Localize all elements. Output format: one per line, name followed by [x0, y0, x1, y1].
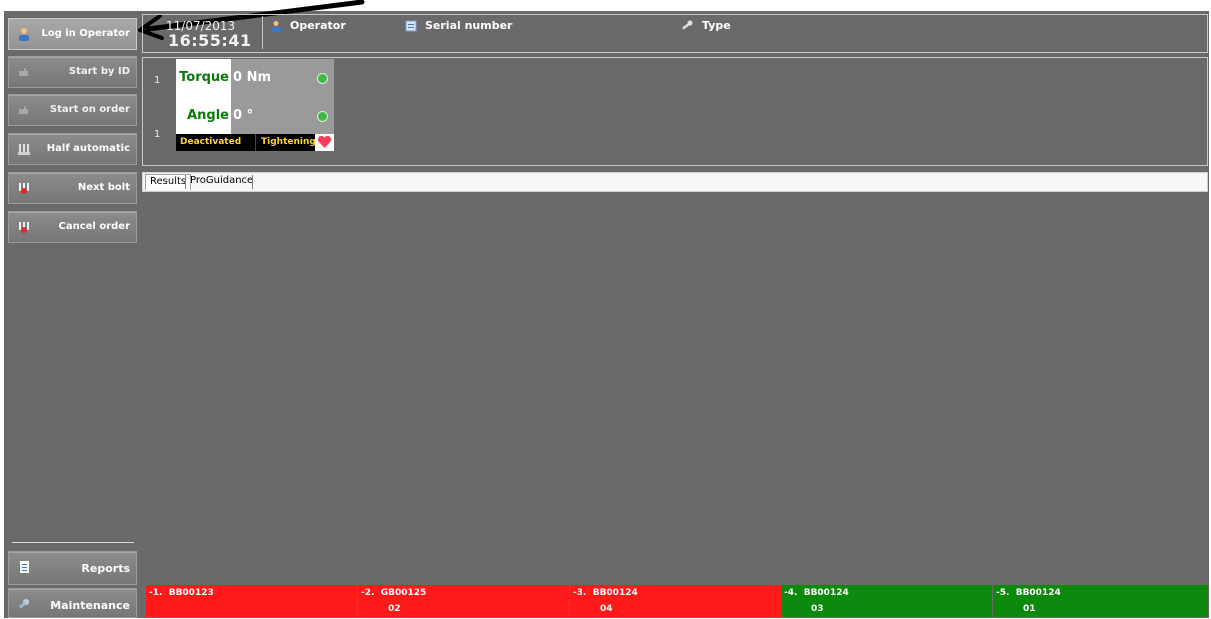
heartbeat-indicator — [315, 134, 334, 151]
reports-icon — [20, 561, 29, 573]
half-automatic-icon — [18, 144, 30, 155]
wrench-icon — [682, 20, 693, 29]
operator-icon — [19, 28, 29, 41]
header-divider — [262, 16, 263, 49]
id-card-icon — [19, 68, 28, 76]
history-item-sub: 02 — [388, 604, 401, 614]
results-area — [144, 192, 1206, 585]
operator-icon — [271, 20, 281, 32]
history-item-code: -4. BB00124 — [784, 588, 849, 598]
serial-number-field: Serial number — [405, 19, 512, 32]
log-in-operator-button[interactable]: Log in Operator — [8, 18, 137, 50]
history-item-sub: 03 — [811, 604, 824, 614]
history-item-code: -5. BB00124 — [996, 588, 1061, 598]
torque-ok-icon — [317, 73, 328, 84]
angle-ok-icon — [317, 111, 328, 122]
time-text: 16:55:41 — [168, 31, 252, 50]
history-item[interactable]: -5. BB00124 01 — [993, 585, 1208, 617]
type-field: Type — [680, 19, 731, 32]
angle-label: Angle — [176, 97, 231, 135]
type-label: Type — [702, 19, 731, 32]
torque-label: Torque — [176, 59, 231, 97]
history-item[interactable]: -1. BB00123 — [146, 585, 357, 617]
history-item-code: -1. BB00123 — [149, 588, 214, 598]
serial-number-icon — [405, 20, 417, 31]
order-icon — [19, 106, 28, 114]
history-item-code: -3. BB00124 — [573, 588, 638, 598]
sidebar-divider — [12, 542, 134, 543]
start-by-id-button[interactable]: Start by ID — [8, 56, 137, 88]
cancel-order-icon — [19, 222, 29, 233]
history-item[interactable]: -2. GB00125 02 — [358, 585, 569, 617]
operator-field: Operator — [270, 19, 346, 32]
torque-measurement: Torque 0 Nm — [176, 59, 334, 97]
channel-number: 1 — [154, 75, 161, 86]
angle-value: 0 ° — [233, 108, 254, 123]
angle-measurement: Angle 0 ° — [176, 97, 334, 135]
next-bolt-icon — [19, 183, 29, 194]
channel-number: 1 — [154, 129, 161, 140]
serial-number-label: Serial number — [425, 19, 513, 32]
tab-proguidance[interactable]: ProGuidance — [186, 174, 257, 190]
tool-status-bar: Deactivated Tightening — [176, 134, 334, 151]
history-item-sub: 01 — [1023, 604, 1036, 614]
next-bolt-button[interactable]: Next bolt — [8, 172, 137, 204]
reports-button[interactable]: Reports — [8, 551, 137, 585]
tab-separator — [252, 175, 253, 189]
heart-icon — [317, 135, 332, 148]
maintenance-icon — [19, 599, 29, 609]
history-item-sub: 04 — [600, 604, 613, 614]
cancel-order-button[interactable]: Cancel order — [8, 211, 137, 243]
torque-value: 0 Nm — [233, 70, 271, 85]
maintenance-button[interactable]: Maintenance — [8, 588, 137, 618]
status-divider — [255, 134, 256, 151]
deactivated-status: Deactivated — [180, 137, 242, 147]
history-item[interactable]: -3. BB00124 04 — [570, 585, 781, 617]
history-item-code: -2. GB00125 — [361, 588, 427, 598]
history-item[interactable]: -4. BB00124 03 — [781, 585, 992, 617]
tightening-status: Tightening — [261, 137, 316, 147]
operator-label: Operator — [290, 19, 346, 32]
tab-bar — [142, 172, 1208, 192]
date-time-display: 11/07/2013 16:55:41 — [146, 14, 258, 50]
half-automatic-button[interactable]: Half automatic — [8, 133, 137, 165]
start-on-order-button[interactable]: Start on order — [8, 94, 137, 126]
